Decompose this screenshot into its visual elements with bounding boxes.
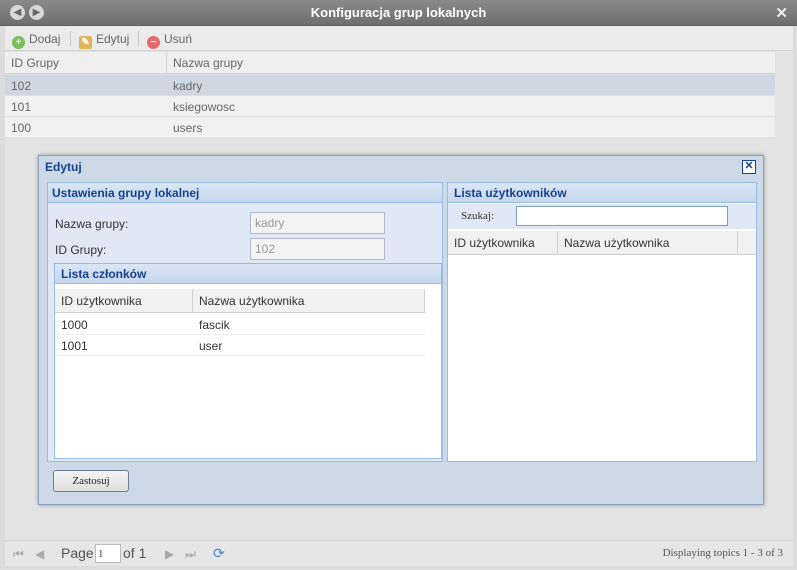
search-input[interactable] bbox=[516, 206, 728, 226]
column-header-user-id[interactable]: ID użytkownika bbox=[61, 294, 142, 308]
close-icon: ✕ bbox=[744, 160, 754, 172]
toolbar-divider bbox=[138, 31, 139, 46]
column-header-user-id[interactable]: ID użytkownika bbox=[454, 236, 535, 250]
edit-button[interactable]: ✎ Edytuj bbox=[79, 31, 130, 49]
table-row[interactable]: 1001 user bbox=[55, 335, 425, 356]
window-title: Konfiguracja grup lokalnych bbox=[310, 5, 487, 20]
page-number-input[interactable] bbox=[95, 544, 121, 563]
first-page-icon[interactable]: ⏮ bbox=[13, 547, 24, 562]
group-settings-header: Ustawienia grupy lokalnej bbox=[48, 183, 442, 203]
table-row[interactable]: 102 kadry bbox=[5, 75, 775, 96]
members-list-title: Lista członków bbox=[61, 267, 147, 281]
group-settings-title: Ustawienia grupy lokalnej bbox=[52, 186, 200, 200]
window-titlebar: ◀ ▶ Konfiguracja grup lokalnych ✕ bbox=[0, 0, 797, 26]
page-count-label: of 1 bbox=[123, 545, 147, 561]
cell-id: 102 bbox=[11, 79, 32, 93]
cell-name: users bbox=[173, 121, 203, 135]
add-button[interactable]: + Dodaj bbox=[12, 31, 61, 49]
cell-user-id: 1001 bbox=[61, 339, 88, 353]
members-grid-header: ID użytkownika Nazwa użytkownika bbox=[55, 289, 425, 313]
table-row[interactable]: 1000 fascik bbox=[55, 314, 425, 335]
delete-button-label: Usuń bbox=[164, 32, 193, 46]
search-bar: Szukaj: bbox=[448, 204, 756, 229]
dialog-close-button[interactable]: ✕ bbox=[742, 160, 756, 174]
column-header-id[interactable]: ID Grupy bbox=[11, 56, 59, 70]
members-list: Lista członków ID użytkownika Nazwa użyt… bbox=[54, 263, 442, 459]
cell-name: ksiegowosc bbox=[173, 100, 236, 114]
table-row[interactable]: 100 users bbox=[5, 117, 775, 138]
column-header-user-name[interactable]: Nazwa użytkownika bbox=[199, 294, 304, 308]
prev-page-icon[interactable]: ◀ bbox=[35, 547, 44, 561]
column-divider bbox=[192, 289, 193, 313]
column-divider bbox=[737, 231, 738, 255]
table-row[interactable]: 101 ksiegowosc bbox=[5, 96, 775, 117]
toolbar-divider bbox=[70, 31, 71, 46]
group-id-label: ID Grupy: bbox=[55, 243, 107, 257]
cell-name: kadry bbox=[173, 79, 203, 93]
column-divider bbox=[424, 289, 425, 313]
edit-dialog: Edytuj ✕ Ustawienia grupy lokalnej Nazwa… bbox=[38, 155, 764, 505]
apply-button[interactable]: Zastosuj bbox=[53, 470, 129, 492]
column-header-name[interactable]: Nazwa grupy bbox=[173, 56, 243, 70]
last-page-icon[interactable]: ⏭ bbox=[185, 547, 196, 562]
column-header-user-name[interactable]: Nazwa użytkownika bbox=[564, 236, 669, 250]
close-icon[interactable]: ✕ bbox=[775, 4, 788, 22]
users-list-header: Lista użytkowników bbox=[448, 183, 756, 203]
edit-icon: ✎ bbox=[79, 36, 92, 49]
edit-button-label: Edytuj bbox=[96, 32, 130, 46]
paging-status: Displaying topics 1 - 3 of 3 bbox=[662, 547, 783, 559]
add-button-label: Dodaj bbox=[29, 32, 61, 46]
toolbar: + Dodaj ✎ Edytuj − Usuń bbox=[5, 26, 793, 51]
cell-user-id: 1000 bbox=[61, 318, 88, 332]
page-label: Page bbox=[61, 545, 94, 561]
next-page-icon[interactable]: ▶ bbox=[165, 547, 174, 561]
column-divider bbox=[166, 52, 167, 74]
paging-toolbar: ⏮ ◀ Page of 1 ▶ ⏭ ⟳ Displaying topics 1 … bbox=[5, 540, 793, 566]
users-grid-header: ID użytkownika Nazwa użytkownika bbox=[448, 231, 756, 255]
cell-id: 100 bbox=[11, 121, 32, 135]
groups-grid-header: ID Grupy Nazwa grupy bbox=[5, 52, 775, 74]
column-divider bbox=[557, 231, 558, 255]
delete-button[interactable]: − Usuń bbox=[147, 31, 193, 49]
cell-user-name: user bbox=[199, 339, 223, 353]
group-name-label: Nazwa grupy: bbox=[55, 217, 129, 231]
delete-icon: − bbox=[147, 36, 160, 49]
users-list-title: Lista użytkowników bbox=[454, 186, 567, 200]
group-name-field[interactable] bbox=[250, 212, 385, 234]
search-label: Szukaj: bbox=[461, 210, 494, 222]
users-list-fieldset: Lista użytkowników Szukaj: ID użytkownik… bbox=[447, 182, 757, 462]
cell-user-name: fascik bbox=[199, 318, 230, 332]
dialog-title: Edytuj bbox=[45, 160, 82, 174]
group-settings-fieldset: Ustawienia grupy lokalnej Nazwa grupy: I… bbox=[47, 182, 443, 462]
add-icon: + bbox=[12, 36, 25, 49]
refresh-icon[interactable]: ⟳ bbox=[213, 545, 225, 562]
cell-id: 101 bbox=[11, 100, 32, 114]
group-id-field[interactable] bbox=[250, 238, 385, 260]
members-list-header: Lista członków bbox=[55, 264, 441, 284]
